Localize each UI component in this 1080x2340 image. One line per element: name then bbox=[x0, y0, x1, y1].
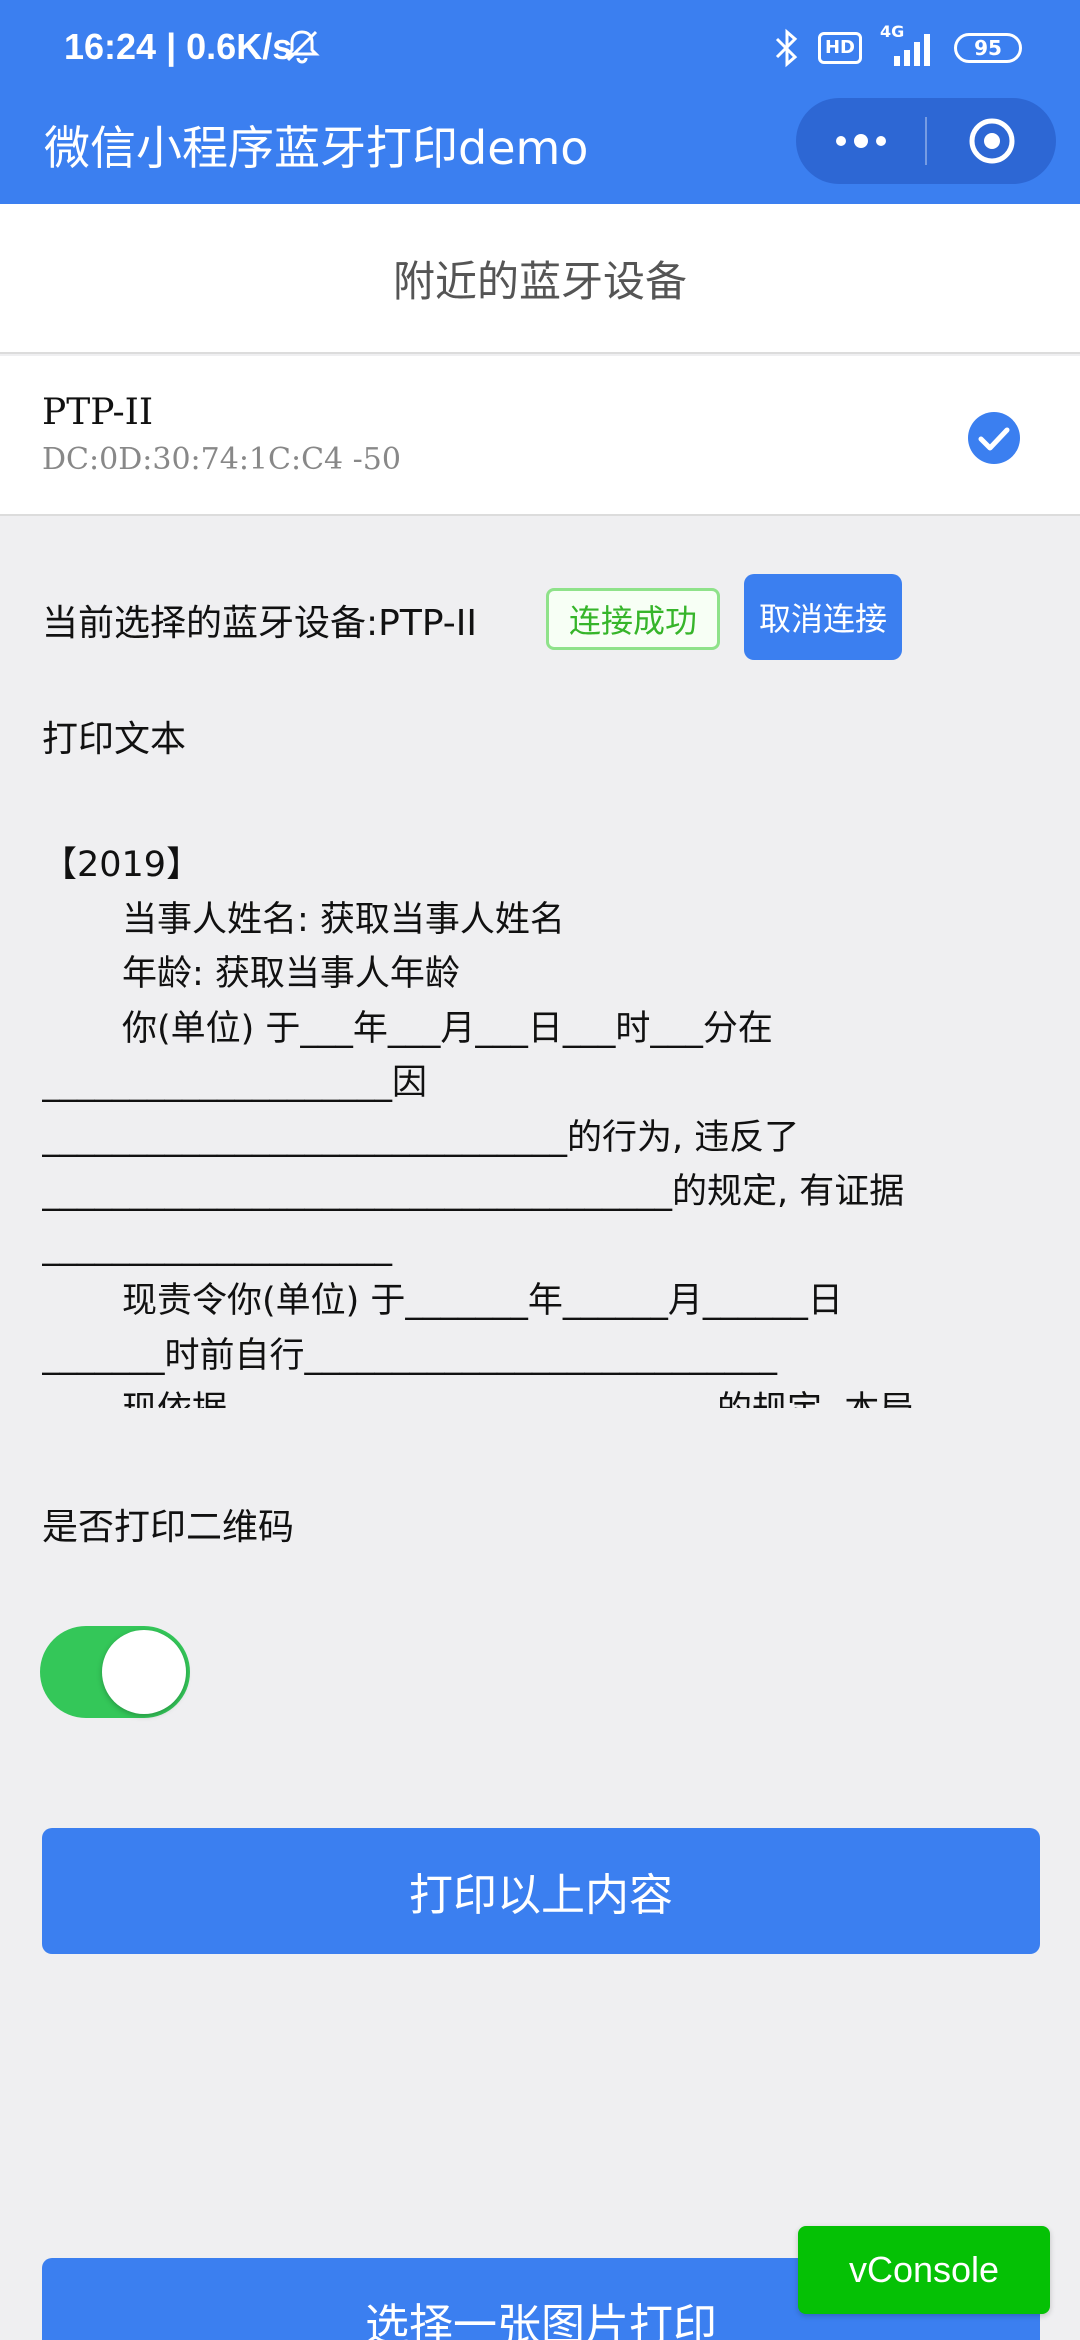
more-dots-icon bbox=[835, 134, 886, 148]
nav-title: 微信小程序蓝牙打印demo bbox=[44, 121, 589, 175]
device-address: DC:0D:30:74:1C:C4 -50 bbox=[42, 442, 401, 477]
print-text-line: _______时前自行___________________________ bbox=[42, 1335, 778, 1376]
nearby-devices-title: 附近的蓝牙设备 bbox=[0, 204, 1080, 354]
print-text-label: 打印文本 bbox=[42, 719, 187, 760]
connection-status-badge: 连接成功 bbox=[546, 588, 720, 650]
target-circle-icon bbox=[969, 118, 1014, 164]
print-text-line: ____________________因 bbox=[42, 1063, 428, 1103]
status-time: 16:24 | 0.6K/s bbox=[64, 26, 293, 67]
toggle-knob bbox=[102, 1630, 186, 1714]
more-button[interactable] bbox=[796, 98, 925, 184]
print-text-line: 当事人姓名: 获取当事人姓名 bbox=[122, 899, 565, 940]
print-text-line: ____________________________________的规定,… bbox=[42, 1172, 905, 1212]
print-text-line: 现责令你(单位) 于_______年______月______日 bbox=[122, 1281, 843, 1321]
print-qr-toggle[interactable] bbox=[40, 1626, 190, 1718]
mini-program-capsule bbox=[796, 98, 1056, 184]
network-type: 4G bbox=[880, 22, 905, 41]
selected-check-icon bbox=[966, 410, 1022, 470]
print-content-button[interactable]: 打印以上内容 bbox=[42, 1828, 1040, 1954]
vconsole-button[interactable]: vConsole bbox=[798, 2226, 1050, 2314]
status-bar: 16:24 | 0.6K/s HD 4G 95 bbox=[0, 0, 1080, 96]
device-list-item[interactable]: PTP-II DC:0D:30:74:1C:C4 -50 bbox=[0, 356, 1080, 516]
print-text-line: 现依据____________________________的规定, 本局 bbox=[42, 1383, 1042, 1408]
device-name: PTP-II bbox=[42, 392, 154, 433]
print-qr-label: 是否打印二维码 bbox=[42, 1507, 295, 1548]
print-text-line: 年龄: 获取当事人年龄 bbox=[122, 954, 460, 994]
print-text-line: ______________________________的行为, 违反了 bbox=[42, 1117, 800, 1158]
mute-bell-icon bbox=[282, 26, 322, 66]
print-text-line: ____________________ bbox=[42, 1226, 392, 1267]
signal-icon: 4G bbox=[880, 22, 936, 68]
close-mini-program-button[interactable] bbox=[927, 98, 1056, 184]
top-bar: 16:24 | 0.6K/s HD 4G 95 微信小程序蓝牙打印demo bbox=[0, 0, 1080, 204]
battery-indicator: 95 bbox=[954, 33, 1022, 63]
bluetooth-icon bbox=[774, 28, 800, 68]
print-text-line: 你(单位) 于___年___月___日___时___分在 bbox=[122, 1008, 773, 1049]
status-icons: HD 4G 95 bbox=[774, 22, 1022, 70]
print-text-line: 【2019】 bbox=[42, 845, 202, 885]
hd-badge: HD bbox=[817, 32, 862, 64]
disconnect-button[interactable]: 取消连接 bbox=[744, 574, 902, 660]
current-device-label: 当前选择的蓝牙设备:PTP-II bbox=[42, 603, 477, 644]
print-text-area[interactable]: 【2019】 当事人姓名: 获取当事人姓名 年龄: 获取当事人年龄 你(单位) … bbox=[42, 838, 1042, 1408]
